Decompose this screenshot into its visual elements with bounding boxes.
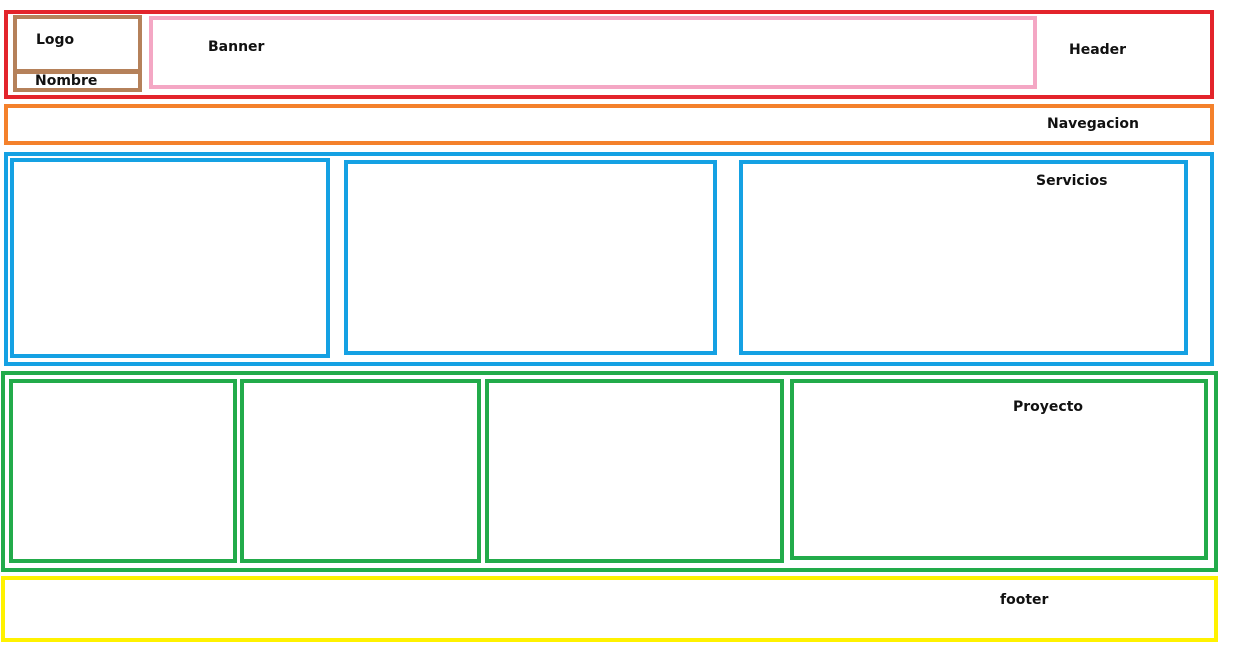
footer-section: [1, 576, 1218, 642]
header-label: Header: [1069, 42, 1127, 58]
logo-label: Logo: [36, 32, 75, 48]
services-label: Servicios: [1036, 173, 1108, 189]
service-box-1: [10, 158, 330, 358]
service-box-2: [344, 160, 717, 355]
service-box-3: [739, 160, 1188, 355]
footer-label: footer: [1000, 592, 1049, 608]
nombre-label: Nombre: [35, 73, 98, 89]
project-box-1: [9, 379, 237, 563]
project-box-3: [485, 379, 784, 563]
logo-box: [13, 15, 142, 73]
banner-box: [149, 16, 1037, 89]
project-box-4: [790, 379, 1208, 560]
banner-label: Banner: [208, 39, 265, 55]
projects-label: Proyecto: [1013, 399, 1084, 415]
navigation-label: Navegacion: [1047, 116, 1139, 132]
navigation-section: [4, 104, 1214, 145]
project-box-2: [240, 379, 481, 563]
